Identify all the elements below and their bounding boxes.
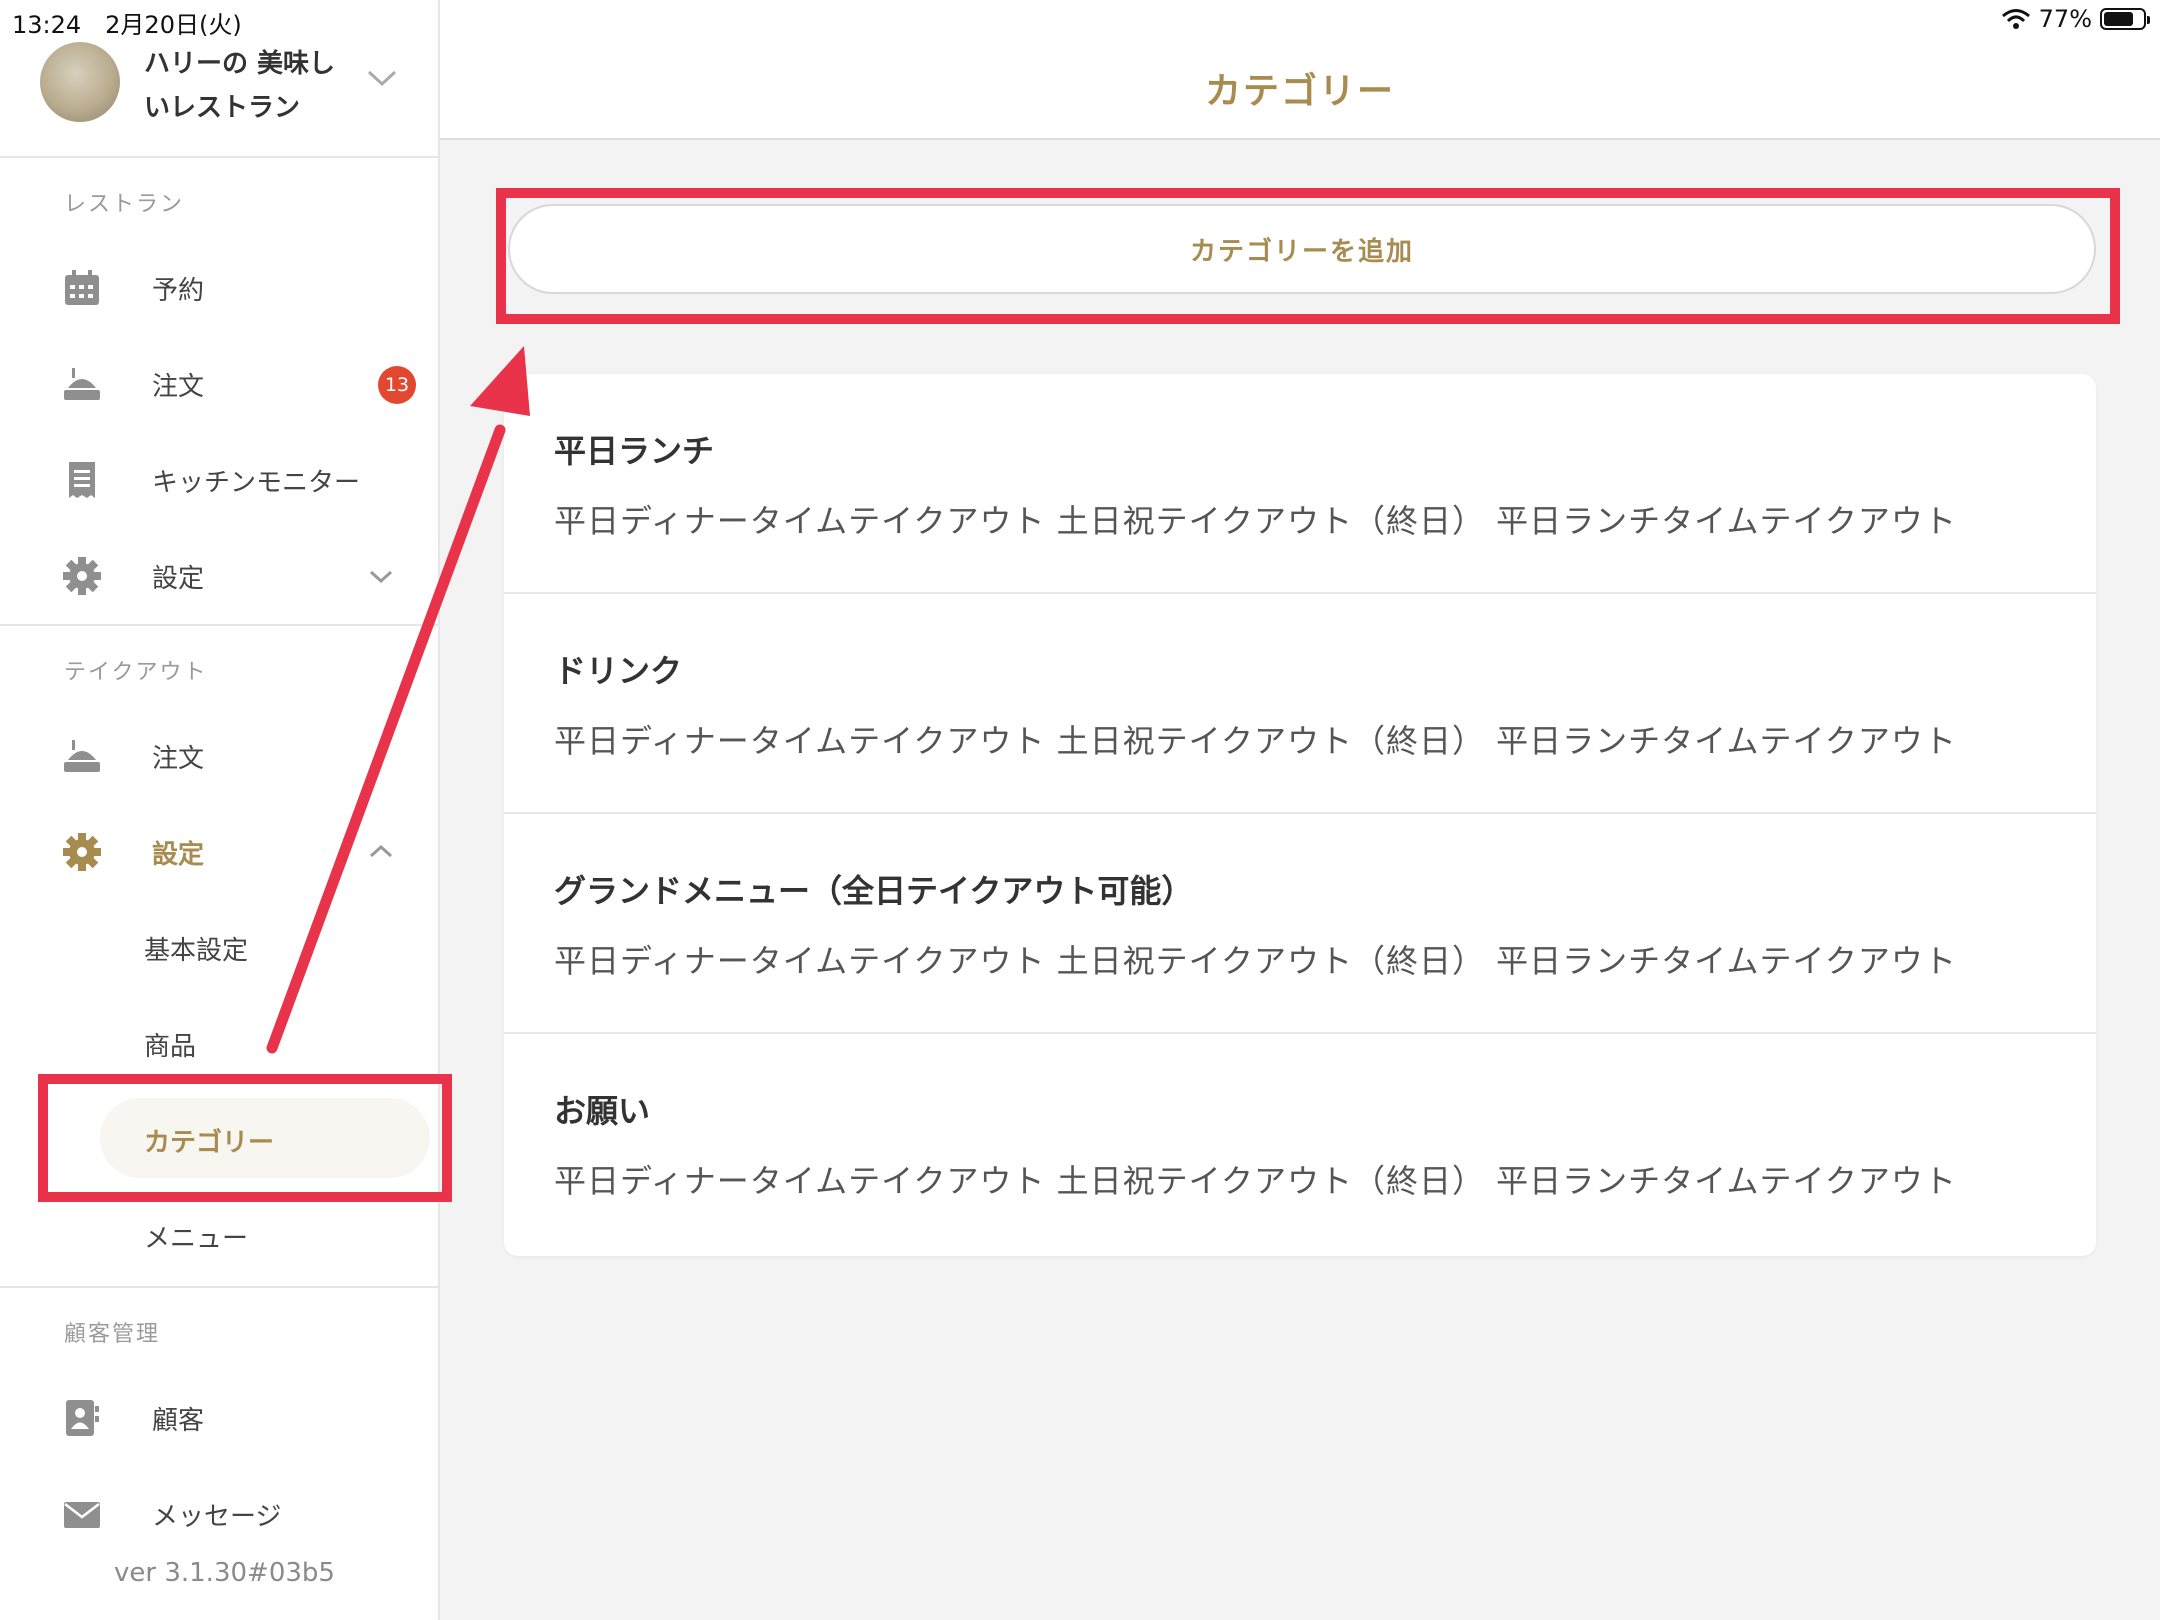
category-tags: 平日ディナータイムテイクアウト 土日祝テイクアウト（終日） 平日ランチタイムテイ… bbox=[554, 1162, 1957, 1200]
sidebar-item-label: メッセージ bbox=[152, 1502, 282, 1532]
divider bbox=[0, 1286, 440, 1288]
category-row[interactable]: グランドメニュー（全日テイクアウト可能） 平日ディナータイムテイクアウト 土日祝… bbox=[504, 814, 2096, 1034]
add-category-button[interactable]: カテゴリーを追加 bbox=[508, 204, 2096, 294]
sidebar: ハリーの 美味しいレストラン レストラン 予約 注文 13 キッチンモニター 設… bbox=[0, 0, 440, 1620]
status-indicators: 77% bbox=[2001, 5, 2150, 33]
category-name: 平日ランチ bbox=[554, 432, 715, 470]
status-bar: 13:24 2月20日(火) 77% bbox=[0, 0, 2160, 40]
category-list: 平日ランチ 平日ディナータイムテイクアウト 土日祝テイクアウト（終日） 平日ラン… bbox=[504, 374, 2096, 1256]
category-name: グランドメニュー（全日テイクアウト可能） bbox=[554, 872, 1194, 910]
version-text: ver 3.1.30#03b5 bbox=[114, 1558, 335, 1588]
category-name: お願い bbox=[554, 1092, 651, 1130]
account-name: ハリーの 美味しいレストラン bbox=[144, 49, 336, 123]
category-row[interactable]: 平日ランチ 平日ディナータイムテイクアウト 土日祝テイクアウト（終日） 平日ラン… bbox=[504, 374, 2096, 594]
sidebar-item-settings[interactable]: 設定 bbox=[0, 536, 440, 616]
contact-book-icon bbox=[66, 1400, 99, 1436]
sidebar-subitem-label: メニュー bbox=[144, 1224, 249, 1254]
sidebar-item-customers[interactable]: 顧客 bbox=[0, 1378, 440, 1458]
sidebar-item-label: 設定 bbox=[152, 564, 205, 594]
category-row[interactable]: ドリンク 平日ディナータイムテイクアウト 土日祝テイクアウト（終日） 平日ランチ… bbox=[504, 594, 2096, 814]
sidebar-item-reservation[interactable]: 予約 bbox=[0, 248, 440, 328]
category-row[interactable]: お願い 平日ディナータイムテイクアウト 土日祝テイクアウト（終日） 平日ランチタ… bbox=[504, 1034, 2096, 1254]
sidebar-item-kitchen-monitor[interactable]: キッチンモニター bbox=[0, 440, 440, 520]
sidebar-item-takeout-orders[interactable]: 注文 bbox=[0, 716, 440, 796]
chevron-down-icon bbox=[367, 70, 397, 87]
gear-icon bbox=[63, 557, 101, 595]
sidebar-item-label: キッチンモニター bbox=[152, 468, 361, 498]
sidebar-subitem-label: 商品 bbox=[144, 1032, 197, 1062]
wifi-icon bbox=[2001, 9, 2030, 29]
section-label-customer: 顧客管理 bbox=[64, 1322, 161, 1347]
chevron-up-icon bbox=[369, 844, 393, 858]
chevron-down-icon bbox=[369, 570, 393, 584]
sidebar-item-label: 注文 bbox=[152, 372, 205, 402]
food-tray-icon bbox=[64, 368, 100, 400]
sidebar-item-label: 注文 bbox=[152, 744, 205, 774]
section-label-restaurant: レストラン bbox=[64, 192, 185, 217]
sidebar-subitem-label: カテゴリー bbox=[144, 1128, 275, 1158]
sidebar-subitem-basic-settings[interactable]: 基本設定 bbox=[0, 908, 440, 988]
sidebar-subitem-products[interactable]: 商品 bbox=[0, 1004, 440, 1084]
sidebar-item-takeout-settings[interactable]: 設定 bbox=[0, 812, 440, 892]
category-tags: 平日ディナータイムテイクアウト 土日祝テイクアウト（終日） 平日ランチタイムテイ… bbox=[554, 942, 1957, 980]
sidebar-item-label: 設定 bbox=[152, 840, 205, 870]
receipt-icon bbox=[69, 462, 95, 498]
sidebar-subitem-label: 基本設定 bbox=[144, 936, 249, 966]
sidebar-item-label: 予約 bbox=[152, 276, 205, 306]
calendar-icon bbox=[65, 270, 99, 305]
sidebar-item-messages[interactable]: メッセージ bbox=[0, 1474, 440, 1554]
category-name: ドリンク bbox=[554, 652, 683, 690]
battery-icon bbox=[2100, 8, 2150, 30]
divider bbox=[0, 624, 440, 626]
food-tray-icon bbox=[64, 740, 100, 772]
page-title: カテゴリー bbox=[1204, 71, 1395, 112]
sidebar-subitem-menu[interactable]: メニュー bbox=[0, 1196, 440, 1276]
avatar bbox=[40, 42, 120, 122]
battery-percent: 77% bbox=[2038, 5, 2092, 33]
order-count-badge: 13 bbox=[378, 366, 416, 404]
status-time: 13:24 2月20日(火) bbox=[12, 11, 242, 39]
envelope-icon bbox=[64, 1502, 100, 1528]
sidebar-item-orders[interactable]: 注文 13 bbox=[0, 344, 440, 424]
sidebar-item-label: 顧客 bbox=[152, 1406, 205, 1436]
category-tags: 平日ディナータイムテイクアウト 土日祝テイクアウト（終日） 平日ランチタイムテイ… bbox=[554, 722, 1957, 760]
sidebar-subitem-categories[interactable]: カテゴリー bbox=[0, 1090, 440, 1178]
section-label-takeout: テイクアウト bbox=[64, 660, 208, 685]
category-tags: 平日ディナータイムテイクアウト 土日祝テイクアウト（終日） 平日ランチタイムテイ… bbox=[554, 502, 1957, 540]
gear-icon bbox=[63, 833, 101, 871]
